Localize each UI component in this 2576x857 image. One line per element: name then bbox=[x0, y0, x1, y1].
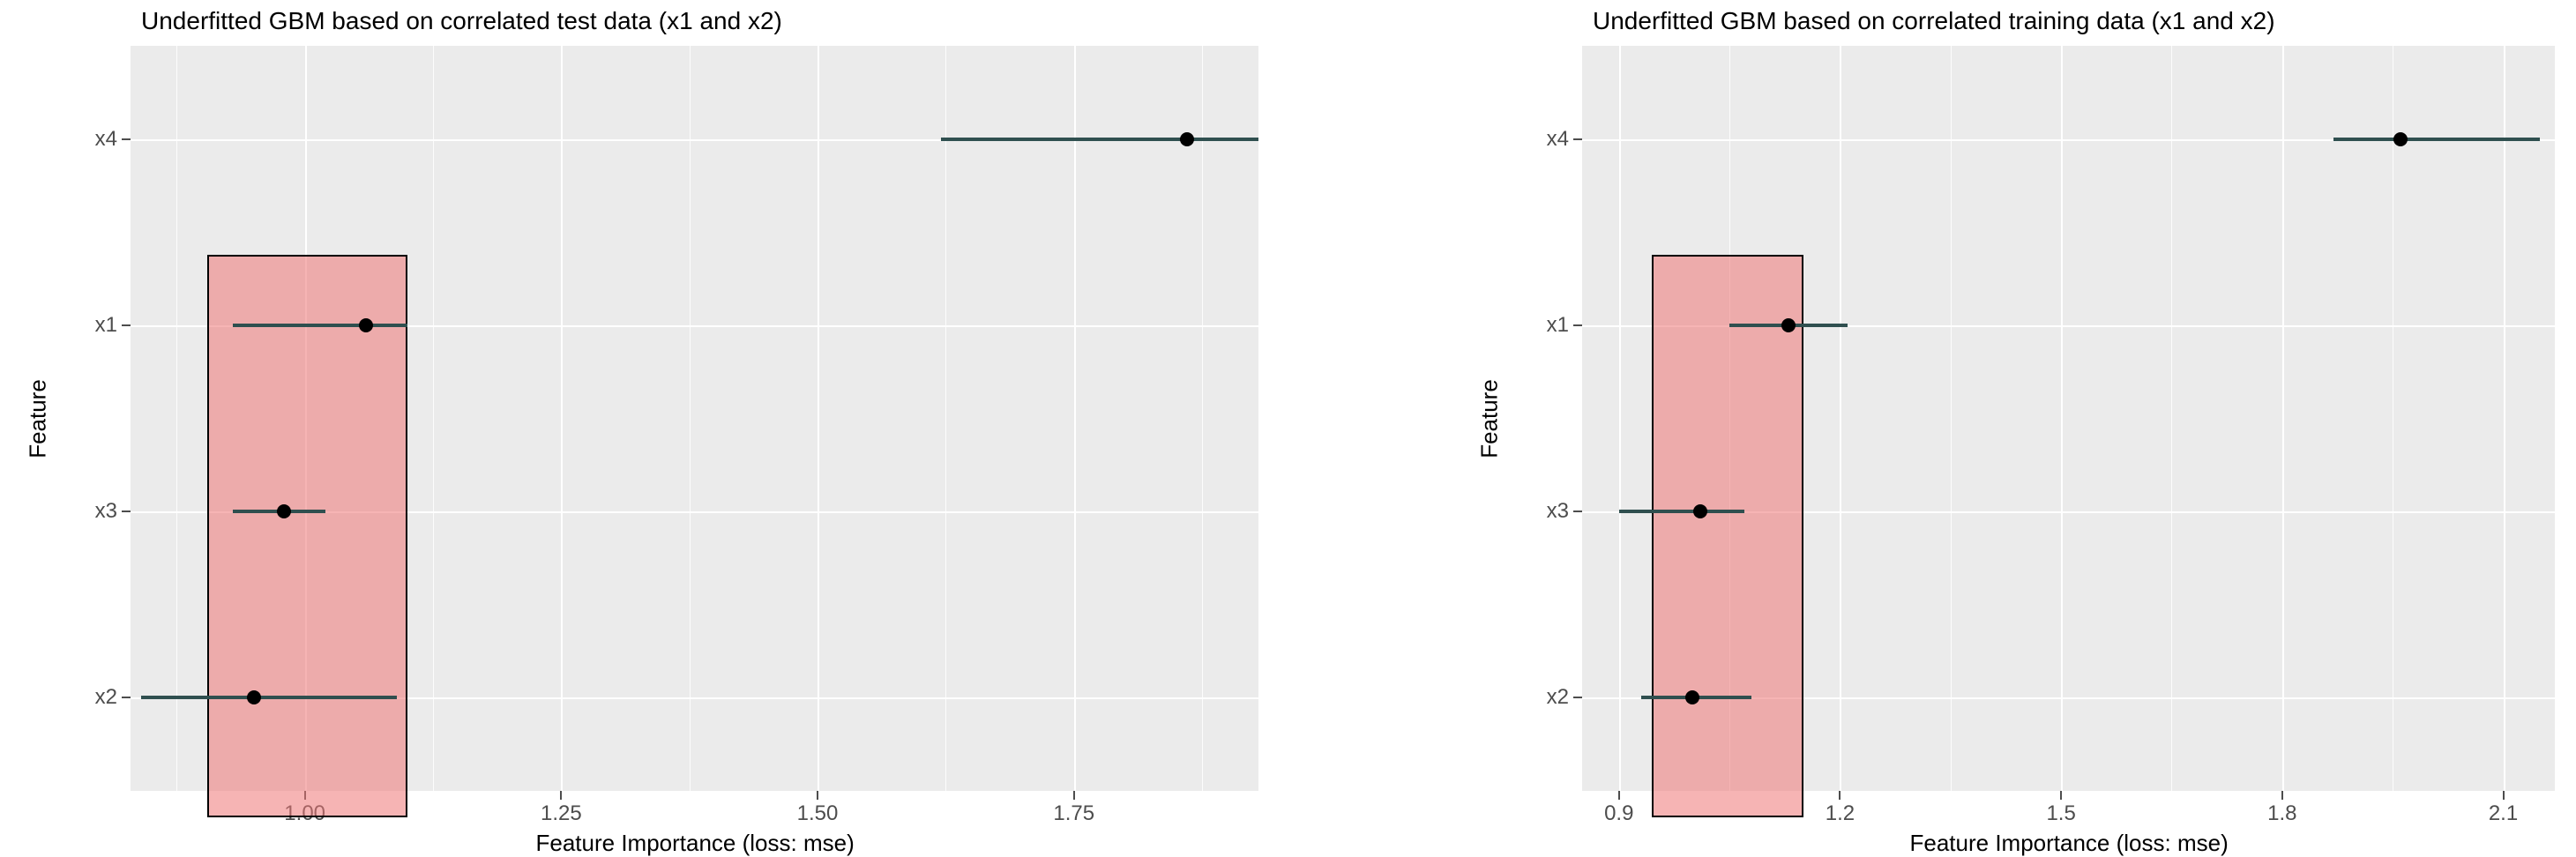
chart-title: Underfitted GBM based on correlated test… bbox=[141, 7, 782, 35]
x-tick bbox=[1073, 791, 1075, 800]
y-tick-label: x2 bbox=[1534, 685, 1569, 710]
gridline-minor bbox=[176, 46, 177, 791]
gridline-major bbox=[818, 46, 819, 791]
page: Underfitted GBM based on correlated test… bbox=[0, 0, 2576, 832]
gridline-minor bbox=[1202, 46, 1203, 791]
gridline-major bbox=[1074, 46, 1076, 791]
y-tick bbox=[122, 138, 131, 140]
x-tick-label: 1.25 bbox=[541, 801, 582, 826]
gridline-major bbox=[2504, 46, 2505, 791]
y-tick-label: x4 bbox=[82, 127, 117, 152]
y-tick bbox=[1573, 510, 1582, 512]
x-tick bbox=[817, 791, 818, 800]
x-axis-title: Feature Importance (loss: mse) bbox=[536, 830, 855, 857]
x-tick-label: 2.1 bbox=[2489, 801, 2518, 826]
x-tick-label: 1.75 bbox=[1053, 801, 1094, 826]
data-point bbox=[1781, 318, 1796, 332]
y-tick-label: x4 bbox=[1534, 127, 1569, 152]
x-tick bbox=[2060, 791, 2062, 800]
y-tick-label: x3 bbox=[82, 499, 117, 524]
data-point bbox=[1693, 504, 1707, 518]
y-axis-title: Feature bbox=[25, 379, 52, 458]
error-bar bbox=[233, 324, 407, 327]
y-tick bbox=[122, 324, 131, 326]
y-tick-label: x2 bbox=[82, 685, 117, 710]
y-tick-label: x3 bbox=[1534, 499, 1569, 524]
data-point bbox=[359, 318, 373, 332]
x-tick-label: 1.5 bbox=[2046, 801, 2075, 826]
y-tick bbox=[122, 510, 131, 512]
data-point bbox=[2393, 132, 2408, 146]
y-tick-label: x1 bbox=[82, 313, 117, 338]
gridline-major bbox=[561, 46, 563, 791]
y-tick bbox=[1573, 324, 1582, 326]
x-axis-title: Feature Importance (loss: mse) bbox=[1910, 830, 2229, 857]
highlight-box bbox=[207, 255, 407, 817]
gridline-minor bbox=[690, 46, 691, 791]
x-tick-label: 0.9 bbox=[1604, 801, 1633, 826]
x-tick bbox=[1839, 791, 1841, 800]
data-point bbox=[1685, 690, 1699, 704]
y-tick bbox=[1573, 138, 1582, 140]
x-tick bbox=[2503, 791, 2505, 800]
data-point bbox=[277, 504, 291, 518]
gridline-minor bbox=[2171, 46, 2172, 791]
data-point bbox=[247, 690, 261, 704]
chart-left: Underfitted GBM based on correlated test… bbox=[0, 0, 1280, 832]
chart-title: Underfitted GBM based on correlated trai… bbox=[1593, 7, 2275, 35]
gridline-major bbox=[1840, 46, 1841, 791]
error-bar bbox=[141, 696, 398, 699]
x-tick-label: 1.50 bbox=[797, 801, 839, 826]
x-tick-label: 1.2 bbox=[1826, 801, 1855, 826]
y-axis-title: Feature bbox=[1476, 379, 1504, 458]
gridline-minor bbox=[433, 46, 434, 791]
gridline-major bbox=[2282, 46, 2284, 791]
x-tick bbox=[1618, 791, 1620, 800]
x-tick bbox=[560, 791, 562, 800]
chart-right: Underfitted GBM based on correlated trai… bbox=[1452, 0, 2576, 832]
gridline-major bbox=[1619, 46, 1621, 791]
gridline-minor bbox=[1951, 46, 1952, 791]
x-tick bbox=[2281, 791, 2283, 800]
error-bar bbox=[2333, 138, 2540, 141]
gridline-minor bbox=[945, 46, 946, 791]
error-bar bbox=[941, 138, 1258, 141]
x-tick-label: 1.8 bbox=[2267, 801, 2296, 826]
y-tick bbox=[122, 697, 131, 698]
y-tick-label: x1 bbox=[1534, 313, 1569, 338]
gridline-major bbox=[2061, 46, 2063, 791]
data-point bbox=[1180, 132, 1194, 146]
error-bar bbox=[1619, 510, 1744, 513]
highlight-box bbox=[1652, 255, 1803, 817]
y-tick bbox=[1573, 697, 1582, 698]
